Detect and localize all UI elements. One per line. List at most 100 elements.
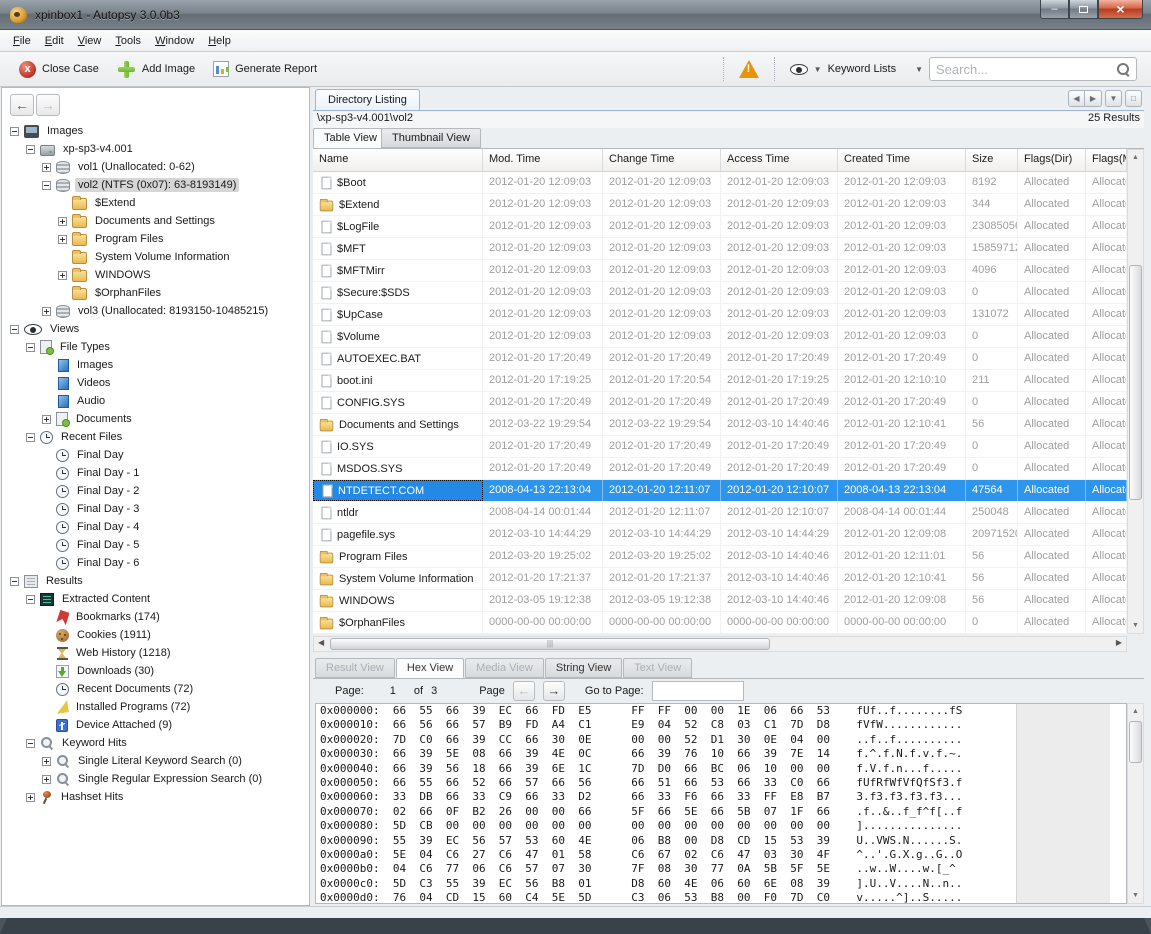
table-row-io-sys[interactable]: IO.SYS2012-01-20 17:20:492012-01-20 17:2… — [313, 436, 1127, 458]
tree-item-results[interactable]: Results — [6, 572, 307, 590]
table-row-documents-and-settings[interactable]: Documents and Settings2012-03-22 19:29:5… — [313, 414, 1127, 436]
tab-list-dropdown-button[interactable]: ▼ — [1105, 90, 1122, 107]
tree-item-final-day-3[interactable]: Final Day - 3 — [6, 500, 307, 518]
close-case-button[interactable]: x Close Case — [10, 56, 108, 83]
column-header-flags-meta[interactable]: Flags(Meta) — [1086, 149, 1127, 171]
table-row-upcase[interactable]: $UpCase2012-01-20 12:09:032012-01-20 12:… — [313, 304, 1127, 326]
scroll-right-icon[interactable]: ▶ — [1116, 638, 1122, 647]
table-row-msdos-sys[interactable]: MSDOS.SYS2012-01-20 17:20:492012-01-20 1… — [313, 458, 1127, 480]
tree-item-single-regular-expression-search-0[interactable]: Single Regular Expression Search (0) — [6, 770, 307, 788]
table-row-program-files[interactable]: Program Files2012-03-20 19:25:022012-03-… — [313, 546, 1127, 568]
maximize-panel-button[interactable]: □ — [1125, 90, 1142, 107]
table-hscroll-thumb[interactable] — [330, 638, 770, 650]
tree-item-extracted-content[interactable]: Extracted Content — [6, 590, 307, 608]
collapse-icon[interactable] — [26, 739, 35, 748]
table-row-volume[interactable]: $Volume2012-01-20 12:09:032012-01-20 12:… — [313, 326, 1127, 348]
tree-item-bookmarks-174[interactable]: Bookmarks (174) — [6, 608, 307, 626]
tab-thumbnail-view[interactable]: Thumbnail View — [381, 128, 481, 148]
table-row-extend[interactable]: $Extend2012-01-20 12:09:032012-01-20 12:… — [313, 194, 1127, 216]
expand-icon[interactable] — [42, 163, 51, 172]
table-row-ntldr[interactable]: ntldr2008-04-14 00:01:442012-01-20 12:11… — [313, 502, 1127, 524]
tree-item-orphanfiles[interactable]: $OrphanFiles — [6, 284, 307, 302]
column-header-created-time[interactable]: Created Time — [838, 149, 966, 171]
menu-edit[interactable]: Edit — [38, 32, 71, 50]
tree-item-windows[interactable]: WINDOWS — [6, 266, 307, 284]
scroll-tabs-left-button[interactable]: ◀ — [1068, 90, 1085, 107]
tab-table-view[interactable]: Table View — [313, 128, 388, 148]
collapse-icon[interactable] — [10, 577, 19, 586]
collapse-icon[interactable] — [10, 127, 19, 136]
collapse-icon[interactable] — [42, 181, 51, 190]
column-header-name[interactable]: Name — [313, 149, 483, 171]
hex-vertical-scrollbar[interactable]: ▲ ▼ — [1127, 703, 1144, 904]
table-row-logfile[interactable]: $LogFile2012-01-20 12:09:032012-01-20 12… — [313, 216, 1127, 238]
column-header-access-time[interactable]: Access Time — [721, 149, 838, 171]
scroll-down-icon[interactable]: ▼ — [1128, 618, 1143, 633]
tree-item-final-day-5[interactable]: Final Day - 5 — [6, 536, 307, 554]
tree-item-documents-and-settings[interactable]: Documents and Settings — [6, 212, 307, 230]
table-row-windows[interactable]: WINDOWS2012-03-05 19:12:382012-03-05 19:… — [313, 590, 1127, 612]
table-row-system-volume-information[interactable]: System Volume Information2012-01-20 17:2… — [313, 568, 1127, 590]
expand-icon[interactable] — [42, 757, 51, 766]
table-row-mftmirr[interactable]: $MFTMirr2012-01-20 12:09:032012-01-20 12… — [313, 260, 1127, 282]
table-row-secure-sds[interactable]: $Secure:$SDS2012-01-20 12:09:032012-01-2… — [313, 282, 1127, 304]
collapse-icon[interactable] — [26, 595, 35, 604]
table-row-boot-ini[interactable]: boot.ini2012-01-20 17:19:252012-01-20 17… — [313, 370, 1127, 392]
tree-item-vol3-unallocated-8193150-10485215[interactable]: vol3 (Unallocated: 8193150-10485215) — [6, 302, 307, 320]
tree-item-final-day[interactable]: Final Day — [6, 446, 307, 464]
expand-icon[interactable] — [42, 307, 51, 316]
table-row-mft[interactable]: $MFT2012-01-20 12:09:032012-01-20 12:09:… — [313, 238, 1127, 260]
tree-item-extend[interactable]: $Extend — [6, 194, 307, 212]
search-dropdown-icon[interactable]: ▼ — [915, 65, 923, 74]
tree-item-vol1-unallocated-0-62[interactable]: vol1 (Unallocated: 0-62) — [6, 158, 307, 176]
tree-item-recent-files[interactable]: Recent Files — [6, 428, 307, 446]
forward-button[interactable]: → — [36, 94, 60, 116]
collapse-icon[interactable] — [26, 145, 35, 154]
tree-item-hashset-hits[interactable]: Hashset Hits — [6, 788, 307, 806]
tab-string-view[interactable]: String View — [545, 658, 622, 678]
close-button[interactable]: × — [1098, 0, 1143, 19]
table-row-boot[interactable]: $Boot2012-01-20 12:09:032012-01-20 12:09… — [313, 172, 1127, 194]
search-icon[interactable] — [1116, 62, 1130, 76]
menu-window[interactable]: Window — [148, 32, 201, 50]
tree-item-final-day-2[interactable]: Final Day - 2 — [6, 482, 307, 500]
table-row-config-sys[interactable]: CONFIG.SYS2012-01-20 17:20:492012-01-20 … — [313, 392, 1127, 414]
tree-item-device-attached-9[interactable]: Device Attached (9) — [6, 716, 307, 734]
tree-item-final-day-6[interactable]: Final Day - 6 — [6, 554, 307, 572]
expand-icon[interactable] — [58, 235, 67, 244]
maximize-button[interactable] — [1069, 0, 1098, 19]
tree-item-xp-sp3-v4-001[interactable]: xp-sp3-v4.001 — [6, 140, 307, 158]
tree-item-single-literal-keyword-search-0[interactable]: Single Literal Keyword Search (0) — [6, 752, 307, 770]
menu-file[interactable]: File — [6, 32, 38, 50]
tree-item-final-day-4[interactable]: Final Day - 4 — [6, 518, 307, 536]
table-row-pagefile-sys[interactable]: pagefile.sys2012-03-10 14:44:292012-03-1… — [313, 524, 1127, 546]
next-page-button[interactable]: → — [543, 681, 565, 701]
ingest-warning-button[interactable] — [730, 55, 768, 83]
scroll-up-icon[interactable]: ▲ — [1128, 704, 1143, 719]
table-vertical-scrollbar[interactable]: ▲ ▼ — [1127, 149, 1144, 634]
tab-directory-listing[interactable]: Directory Listing — [315, 89, 420, 110]
previous-page-button[interactable]: ← — [513, 681, 535, 701]
column-header-flags-dir[interactable]: Flags(Dir) — [1018, 149, 1086, 171]
generate-report-button[interactable]: Generate Report — [204, 56, 326, 82]
column-header-size[interactable]: Size — [966, 149, 1018, 171]
tree-item-views[interactable]: Views — [6, 320, 307, 338]
table-row-orphanfiles[interactable]: $OrphanFiles0000-00-00 00:00:000000-00-0… — [313, 612, 1127, 634]
tab-media-view[interactable]: Media View — [465, 658, 544, 678]
table-row-ntdetect-com[interactable]: NTDETECT.COM2008-04-13 22:13:042012-01-2… — [313, 480, 1127, 502]
expand-icon[interactable] — [42, 775, 51, 784]
minimize-button[interactable]: – — [1040, 0, 1069, 19]
keyword-lists-button[interactable]: ▼ Keyword Lists — [781, 58, 905, 80]
tree-item-documents[interactable]: Documents — [6, 410, 307, 428]
tree-item-final-day-1[interactable]: Final Day - 1 — [6, 464, 307, 482]
menu-help[interactable]: Help — [201, 32, 238, 50]
back-button[interactable]: ← — [10, 94, 34, 116]
tree-item-images[interactable]: Images — [6, 356, 307, 374]
tree-item-recent-documents-72[interactable]: Recent Documents (72) — [6, 680, 307, 698]
add-image-button[interactable]: Add Image — [108, 55, 204, 84]
collapse-icon[interactable] — [26, 343, 35, 352]
menu-tools[interactable]: Tools — [108, 32, 148, 50]
table-row-autoexec-bat[interactable]: AUTOEXEC.BAT2012-01-20 17:20:492012-01-2… — [313, 348, 1127, 370]
scroll-left-icon[interactable]: ◀ — [318, 638, 324, 647]
tree-item-vol2-ntfs-0x07-63-8193149[interactable]: vol2 (NTFS (0x07): 63-8193149) — [6, 176, 307, 194]
